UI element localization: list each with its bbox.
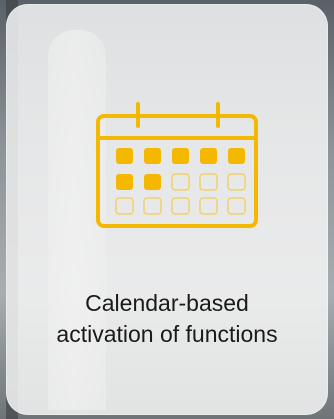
card-title-line2: activation of functions <box>56 321 278 347</box>
card-title: Calendar-based activation of functions <box>6 288 328 350</box>
card-title-line1: Calendar-based <box>85 290 249 316</box>
feature-card[interactable]: Calendar-based activation of functions <box>6 4 328 415</box>
calendar-icon <box>88 100 266 230</box>
